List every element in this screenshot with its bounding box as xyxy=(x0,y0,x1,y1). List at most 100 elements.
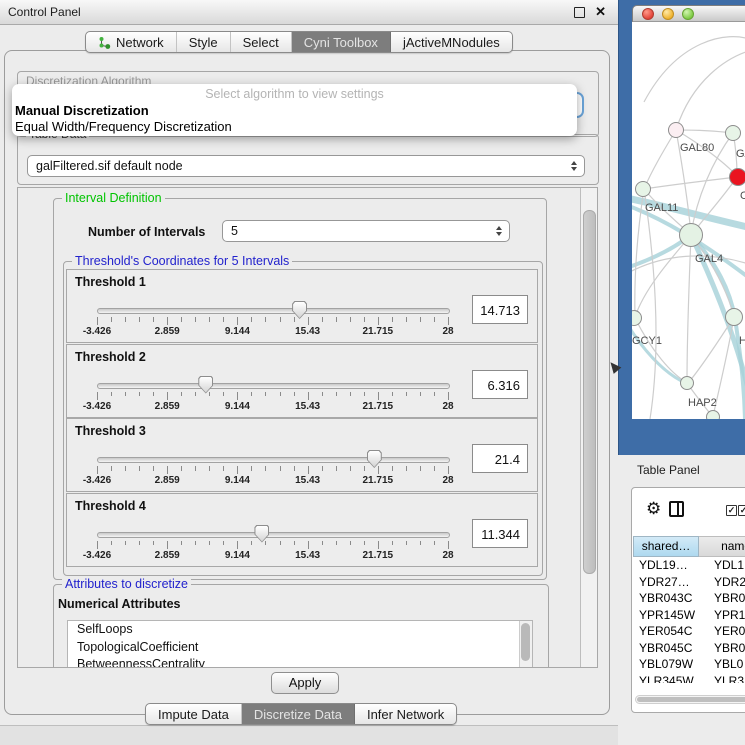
number-of-intervals-combobox[interactable]: 5 xyxy=(222,220,510,242)
attributes-group: Attributes to discretize Numerical Attri… xyxy=(53,584,549,668)
slider-track[interactable] xyxy=(97,383,450,389)
checkbox-icon[interactable]: ✓ xyxy=(738,505,745,516)
mac-zoom-button[interactable] xyxy=(682,8,694,20)
tab-jactivemnodules[interactable]: jActiveMNodules xyxy=(391,32,512,52)
slider-ticks xyxy=(97,392,448,401)
tab-style[interactable]: Style xyxy=(177,32,231,52)
slider-tick-label: 21.715 xyxy=(363,550,394,561)
network-canvas[interactable]: GAL80GACGAL11GAL4GCY1HHAP2 xyxy=(632,22,745,419)
slider-thumb[interactable] xyxy=(367,450,382,468)
screen: Control Panel ✕ Network Style Select Cyni T… xyxy=(0,0,745,745)
slider-thumb[interactable] xyxy=(254,525,269,543)
table-row[interactable]: YER054CYER0 xyxy=(633,623,745,640)
tab-select[interactable]: Select xyxy=(231,32,292,52)
threshold-panel: Threshold 4-3.4262.8599.14415.4321.71528… xyxy=(66,493,538,567)
dropdown-option[interactable]: Manual Discretization xyxy=(15,103,149,118)
split-view-icon[interactable] xyxy=(669,501,684,517)
threshold-value-field[interactable]: 14.713 xyxy=(472,295,528,324)
tab-label: jActiveMNodules xyxy=(403,35,500,50)
close-icon[interactable]: ✕ xyxy=(595,4,606,20)
network-node-hap2[interactable] xyxy=(680,376,694,390)
network-node-c[interactable] xyxy=(729,168,745,186)
cell-name: YLR3 xyxy=(714,674,744,684)
control-panel: Control Panel ✕ Network Style Select Cyni T… xyxy=(0,0,618,745)
network-node[interactable] xyxy=(706,410,720,419)
slider-thumb[interactable] xyxy=(198,376,213,394)
tab-cyni-toolbox[interactable]: Cyni Toolbox xyxy=(292,32,391,52)
dropdown-option[interactable]: Equal Width/Frequency Discretization xyxy=(15,119,232,134)
spinner-arrows-icon xyxy=(571,161,577,171)
slider-track[interactable] xyxy=(97,308,450,314)
slider-tick-label: 2.859 xyxy=(155,475,180,486)
table-row[interactable]: YLR345WYLR3 xyxy=(633,673,745,684)
table-row[interactable]: YBL079WYBL0 xyxy=(633,656,745,673)
apply-button[interactable]: Apply xyxy=(271,672,339,694)
node-label: HAP2 xyxy=(688,397,717,409)
attribute-list-item[interactable]: SelfLoops xyxy=(68,621,532,639)
cell-name: YBL0 xyxy=(714,657,743,671)
tab-network[interactable]: Network xyxy=(86,32,177,52)
table-data-combobox[interactable]: galFiltered.sif default node xyxy=(27,155,585,177)
numerical-attributes-list[interactable]: SelfLoopsTopologicalCoefficientBetweenne… xyxy=(67,620,533,668)
tab-discretize-data[interactable]: Discretize Data xyxy=(242,704,355,724)
control-panel-tabs: Network Style Select Cyni Toolbox jActiveMNo… xyxy=(85,31,513,53)
number-of-intervals-label: Number of Intervals xyxy=(88,225,205,239)
cell-shared-name: YDR27… xyxy=(639,575,690,589)
network-node-gal11[interactable] xyxy=(635,181,651,197)
attribute-list-item[interactable]: BetweennessCentrality xyxy=(68,656,532,668)
slider-ticks xyxy=(97,541,448,550)
attributes-list-scrollbar[interactable] xyxy=(519,621,532,668)
threshold-value-field[interactable]: 6.316 xyxy=(472,370,528,399)
threshold-panel: Threshold 1-3.4262.8599.14415.4321.71528… xyxy=(66,269,538,343)
table-panel-title: Table Panel xyxy=(637,463,700,477)
slider-tick-label: 21.715 xyxy=(363,326,394,337)
network-node-gal4[interactable] xyxy=(679,223,703,247)
tab-impute-data[interactable]: Impute Data xyxy=(146,704,242,724)
float-window-icon[interactable] xyxy=(574,7,585,18)
settings-vertical-scrollbar[interactable] xyxy=(580,188,597,667)
node-label: GAL80 xyxy=(680,142,714,154)
table-row[interactable]: YBR045CYBR0 xyxy=(633,640,745,657)
mac-minimize-button[interactable] xyxy=(662,8,674,20)
slider-tick-label: 9.144 xyxy=(225,475,250,486)
mac-close-button[interactable] xyxy=(642,8,654,20)
column-header-shared-name[interactable]: shared… xyxy=(633,536,699,557)
thresholds-group: Threshold's Coordinates for 5 Intervals … xyxy=(63,261,543,576)
table-row[interactable]: YDL19…YDL1 xyxy=(633,557,745,574)
tab-infer-network[interactable]: Infer Network xyxy=(355,704,456,724)
network-node-ga[interactable] xyxy=(725,125,741,141)
node-label: GAL4 xyxy=(695,253,723,265)
tab-label: Select xyxy=(243,35,279,50)
column-header-name[interactable]: name xyxy=(699,536,745,557)
network-node-h[interactable] xyxy=(725,308,743,326)
threshold-label: Threshold 2 xyxy=(75,350,146,364)
spinner-arrows-icon xyxy=(496,226,502,236)
threshold-panel: Threshold 3-3.4262.8599.14415.4321.71528… xyxy=(66,418,538,492)
slider-tick-label: 15.43 xyxy=(295,326,320,337)
node-label: GCY1 xyxy=(632,335,662,347)
attribute-list-item[interactable]: TopologicalCoefficient xyxy=(68,639,532,657)
slider-track[interactable] xyxy=(97,532,450,538)
network-node-gal80[interactable] xyxy=(668,122,684,138)
slider-track[interactable] xyxy=(97,457,450,463)
slider-tick-label: 28 xyxy=(442,401,453,412)
node-label: C xyxy=(740,190,745,202)
cell-name: YDR2 xyxy=(714,575,745,589)
thresholds-group-label: Threshold's Coordinates for 5 Intervals xyxy=(72,255,292,268)
slider-tick-label: 15.43 xyxy=(295,401,320,412)
threshold-value-field[interactable]: 21.4 xyxy=(472,444,528,473)
checkbox-icon[interactable]: ✓ xyxy=(726,505,737,516)
table-horizontal-scrollbar[interactable] xyxy=(635,695,745,704)
slider-tick-label: 15.43 xyxy=(295,475,320,486)
control-panel-title: Control Panel xyxy=(8,5,81,19)
slider-thumb[interactable] xyxy=(292,301,307,319)
table-row[interactable]: YPR145WYPR1 xyxy=(633,607,745,624)
slider-tick-label: -3.426 xyxy=(83,326,111,337)
slider-tick-label: -3.426 xyxy=(83,475,111,486)
threshold-value-field[interactable]: 11.344 xyxy=(472,519,528,548)
table-row[interactable]: YDR27… YDR2 xyxy=(633,574,745,591)
slider-tick-label: 9.144 xyxy=(225,326,250,337)
table-row[interactable]: YBR043CYBR0 xyxy=(633,590,745,607)
gear-icon[interactable]: ⚙ xyxy=(646,500,661,517)
tab-label: Style xyxy=(189,35,218,50)
